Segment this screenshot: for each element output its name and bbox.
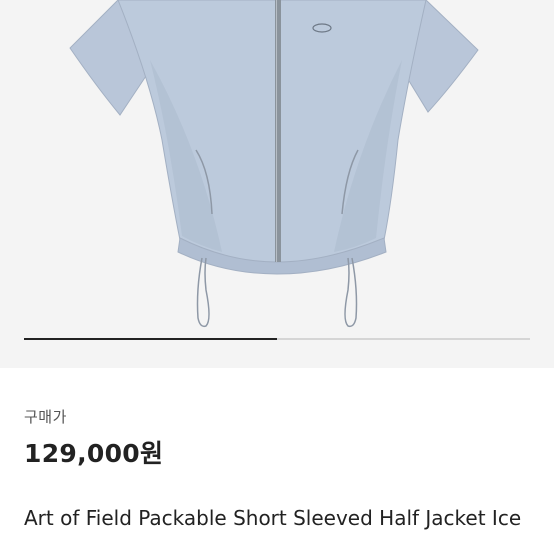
price-label: 구매가 [24, 408, 67, 426]
image-carousel-progress [24, 338, 530, 340]
price-value: 129,000원 [24, 439, 164, 468]
left-drawcord [196, 257, 210, 328]
product-title: Art of Field Packable Short Sleeved Half… [24, 506, 522, 530]
right-drawcord [344, 257, 358, 328]
product-page: 구매가 129,000원 Art of Field Packable Short… [0, 0, 554, 554]
product-image-carousel[interactable] [0, 0, 554, 368]
image-carousel-progress-fill [24, 338, 277, 340]
product-image[interactable] [0, 0, 554, 368]
zipper [275, 0, 281, 262]
